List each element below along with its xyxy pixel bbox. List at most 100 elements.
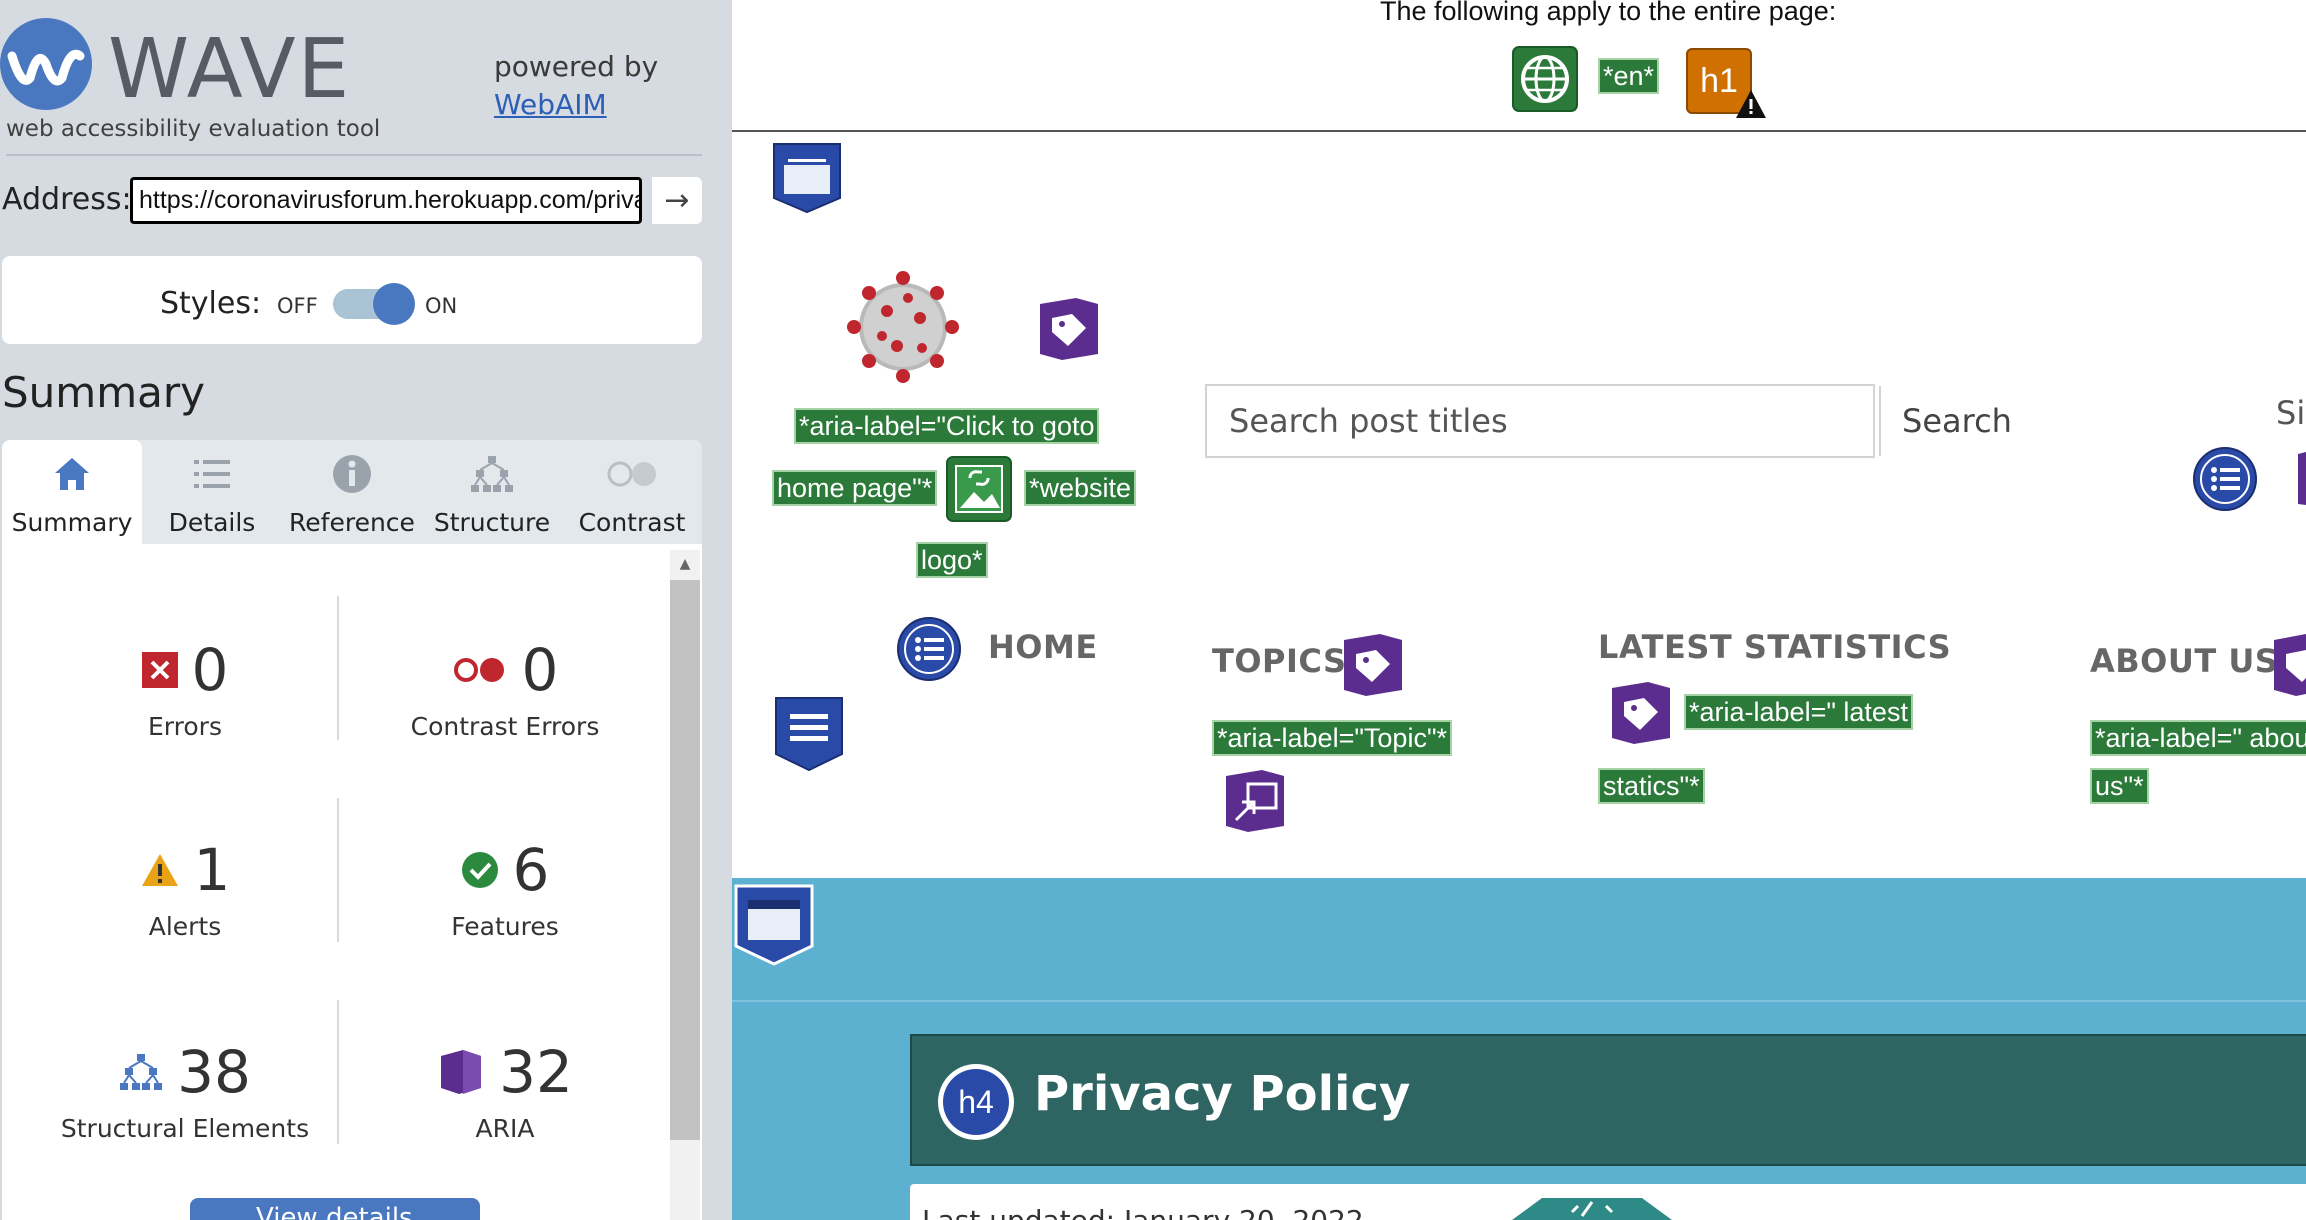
list-structure-icon[interactable] — [896, 616, 962, 682]
page-apply-text: The following apply to the entire page: — [1380, 0, 1837, 26]
aria-latest-label-line1: *aria-label=" latest — [1684, 694, 1913, 730]
errors-stat[interactable]: 0 — [40, 636, 330, 704]
webaim-link[interactable]: WebAIM — [494, 88, 607, 121]
alerts-count: 1 — [193, 836, 231, 904]
language-globe-icon[interactable] — [1512, 46, 1578, 112]
styles-on-label: ON — [425, 294, 458, 318]
wave-tagline: web accessibility evaluation tool — [6, 116, 381, 142]
list-icon — [142, 454, 282, 494]
contrast-errors-stat[interactable]: 0 — [360, 636, 650, 704]
structural-count: 38 — [177, 1038, 251, 1106]
structure-icon — [422, 454, 562, 494]
scrollbar-thumb[interactable] — [670, 580, 700, 1140]
alt-logo-label-line2: logo* — [916, 542, 988, 578]
code-icon-partial — [1512, 1198, 1672, 1220]
aria-label-icon[interactable] — [1036, 296, 1102, 362]
header-region-icon[interactable] — [770, 140, 844, 214]
nav-topics-link[interactable]: TOPICS — [1212, 642, 1347, 680]
address-input[interactable]: https://coronavirusforum.herokuapp.com/p… — [130, 177, 642, 224]
features-count: 6 — [512, 836, 550, 904]
aria-topic-label: *aria-label="Topic"* — [1212, 720, 1453, 756]
nav-about-us-link[interactable]: ABOUT US — [2090, 642, 2278, 680]
aria-logo-label-line1: *aria-label="Click to goto — [794, 408, 1100, 444]
styles-off-label: OFF — [277, 294, 318, 318]
privacy-policy-title: Privacy Policy — [1034, 1066, 1411, 1122]
list-structure-icon[interactable] — [2192, 446, 2258, 512]
aria-latest-label-line2: statics"* — [1598, 768, 1705, 804]
virus-logo-image[interactable] — [842, 266, 964, 388]
aria-stat[interactable]: 32 — [360, 1038, 650, 1106]
divider — [6, 154, 702, 156]
structural-stat[interactable]: 38 — [40, 1038, 330, 1106]
contrast-error-icon — [453, 658, 504, 682]
h4-badge-text: h4 — [958, 1084, 994, 1120]
language-label: *en* — [1598, 58, 1660, 94]
navigation-region-icon[interactable] — [772, 694, 846, 772]
info-icon — [282, 454, 422, 494]
address-label: Address: — [2, 182, 132, 217]
wave-divider — [732, 130, 2306, 132]
summary-heading: Summary — [2, 368, 205, 417]
styles-label: Styles: — [160, 286, 262, 321]
aria-about-label-line1: *aria-label=" abou — [2090, 720, 2306, 756]
aria-logo-label-line2: home page"* — [772, 470, 938, 506]
main-region-icon[interactable] — [732, 882, 816, 966]
warning-icon — [1736, 90, 1766, 118]
view-details-button[interactable]: View details — [190, 1198, 480, 1220]
scroll-up-arrow-icon[interactable]: ▲ — [670, 550, 700, 578]
search-button[interactable]: Search — [1902, 402, 2012, 440]
powered-by-text: powered by — [494, 50, 659, 83]
alt-logo-label-line1: *website — [1024, 470, 1137, 506]
h4-heading-icon[interactable]: h4 — [936, 1062, 1016, 1142]
aria-label-icon[interactable] — [1608, 680, 1674, 746]
banner-divider — [732, 1000, 2306, 1002]
search-input[interactable]: Search post titles — [1229, 402, 1508, 440]
wave-sidebar: WAVE web accessibility evaluation tool p… — [0, 0, 732, 1220]
errors-label: Errors — [148, 712, 222, 741]
aria-icon-partial[interactable] — [2294, 446, 2306, 512]
contrast-errors-label-wrap: Contrast Errors — [360, 712, 650, 741]
aria-label: ARIA — [475, 1114, 535, 1143]
features-label-wrap: Features — [360, 912, 650, 941]
tab-reference[interactable]: Reference — [282, 440, 422, 544]
tab-contrast[interactable]: Contrast — [562, 440, 702, 544]
contrast-errors-label: Contrast Errors — [410, 712, 600, 741]
home-icon — [2, 454, 142, 494]
divider — [337, 1000, 339, 1144]
tab-details[interactable]: Details — [142, 440, 282, 544]
aria-label-wrap: ARIA — [360, 1114, 650, 1143]
alerts-label: Alerts — [148, 912, 222, 941]
sign-in-link-partial[interactable]: Si — [2276, 394, 2305, 432]
divider — [337, 798, 339, 942]
tab-summary[interactable]: Summary — [2, 440, 142, 544]
structural-label: Structural Elements — [60, 1114, 310, 1143]
structure-icon — [120, 1054, 163, 1090]
wave-title: WAVE — [108, 22, 352, 117]
errors-label-wrap: Errors — [40, 712, 330, 741]
alerts-label-wrap: Alerts — [40, 912, 330, 941]
contrast-errors-count: 0 — [521, 636, 559, 704]
aria-popup-icon[interactable] — [1222, 768, 1288, 834]
aria-about-label-line2: us"* — [2090, 768, 2149, 804]
divider — [337, 596, 339, 740]
wave-logo-icon — [0, 18, 92, 110]
nav-latest-statistics-link[interactable]: LATEST STATISTICS — [1598, 628, 1951, 666]
aria-label-icon[interactable] — [1340, 632, 1406, 698]
aria-label-icon[interactable] — [2270, 632, 2306, 698]
tab-structure[interactable]: Structure — [422, 440, 562, 544]
search-divider — [1879, 386, 1881, 456]
last-updated-text: Last updated: January 20, 2022 — [922, 1204, 1364, 1220]
alerts-stat[interactable]: 1 — [40, 836, 330, 904]
nav-home-link[interactable]: HOME — [988, 628, 1098, 666]
feature-check-icon — [461, 852, 498, 888]
linked-image-icon[interactable] — [946, 456, 1012, 522]
styles-toggle-knob[interactable] — [373, 283, 415, 325]
features-label: Features — [451, 912, 559, 941]
errors-count: 0 — [191, 636, 229, 704]
aria-cube-icon — [441, 1050, 482, 1094]
evaluated-page: The following apply to the entire page: … — [732, 0, 2306, 1220]
contrast-icon — [562, 454, 702, 494]
aria-count: 32 — [499, 1038, 573, 1106]
go-arrow-button[interactable]: → — [652, 177, 702, 224]
features-stat[interactable]: 6 — [360, 836, 650, 904]
